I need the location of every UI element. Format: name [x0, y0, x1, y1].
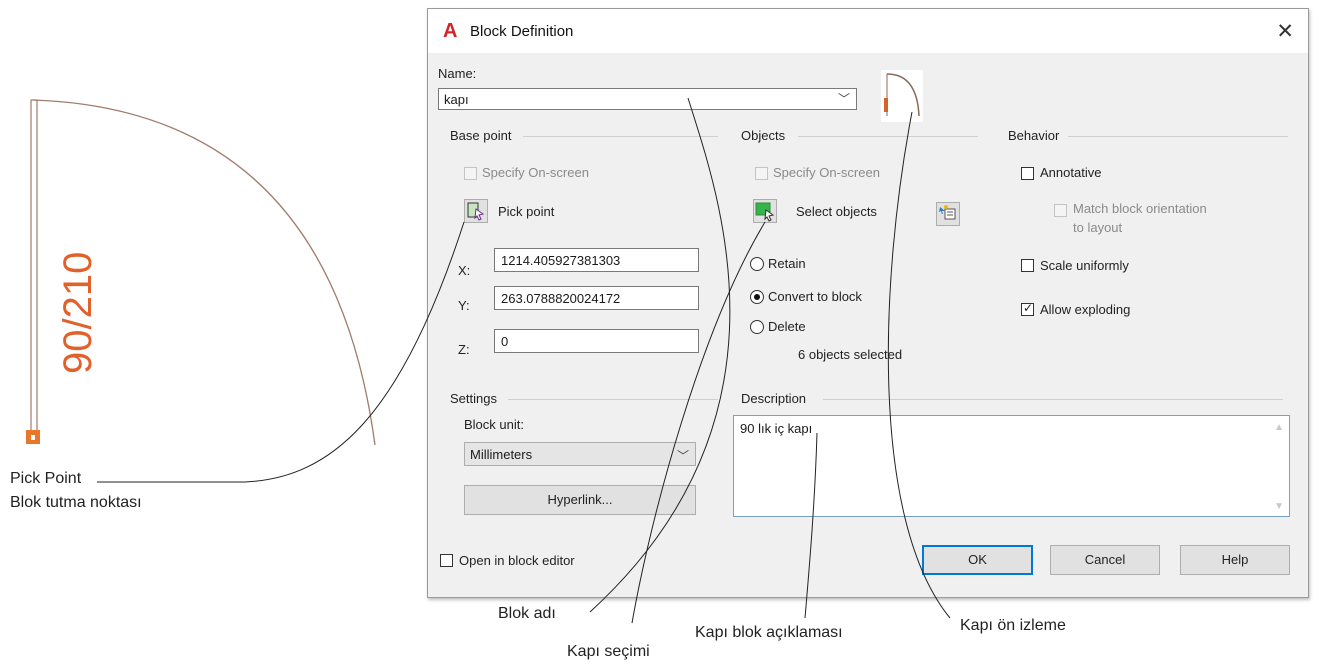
door-preview-caption: Kapı ön izleme	[960, 617, 1066, 634]
base-specify-onscreen-checkbox[interactable]	[464, 167, 477, 180]
autocad-logo-icon: A	[443, 20, 458, 42]
pick-point-caption: Pick Point	[10, 470, 82, 487]
base-specify-onscreen-label: Specify On-screen	[482, 165, 589, 180]
select-objects-button[interactable]	[753, 199, 777, 223]
match-orientation-label-2: to layout	[1073, 220, 1123, 235]
allow-exploding-checkbox[interactable]: ✓	[1021, 301, 1034, 316]
block-name-caption: Blok adı	[498, 605, 556, 622]
scale-uniformly-checkbox[interactable]	[1021, 259, 1034, 272]
block-definition-dialog: A Block Definition ✕ Name: kapı ﹀ Base p…	[427, 8, 1309, 598]
chevron-down-icon[interactable]: ﹀	[838, 90, 850, 107]
base-point-divider	[523, 136, 718, 137]
annotative-label[interactable]: Annotative	[1040, 165, 1101, 180]
delete-radio[interactable]	[750, 320, 764, 334]
description-heading: Description	[741, 391, 807, 406]
convert-to-block-radio[interactable]	[750, 290, 764, 304]
base-point-heading: Base point	[450, 128, 512, 143]
objects-specify-onscreen-checkbox[interactable]	[755, 167, 768, 180]
name-value: kapı	[444, 92, 469, 107]
open-in-block-editor-label[interactable]: Open in block editor	[459, 553, 575, 568]
z-value: 0	[501, 334, 509, 349]
behavior-heading: Behavior	[1008, 128, 1060, 143]
hyperlink-button[interactable]: Hyperlink...	[464, 485, 696, 515]
block-preview	[881, 70, 923, 122]
block-unit-label: Block unit:	[464, 417, 524, 432]
retain-label[interactable]: Retain	[768, 256, 806, 271]
name-label: Name:	[438, 66, 477, 81]
z-coordinate-input[interactable]: 0	[494, 329, 699, 353]
retain-radio[interactable]	[750, 257, 764, 271]
y-coordinate-input[interactable]: 263.0788820024172	[494, 286, 699, 310]
y-value: 263.0788820024172	[501, 291, 621, 306]
convert-to-block-label[interactable]: Convert to block	[768, 289, 862, 304]
select-objects-icon	[755, 202, 775, 222]
quick-select-button[interactable]	[936, 202, 960, 226]
block-unit-select[interactable]: Millimeters ﹀	[464, 442, 696, 466]
block-description-caption: Kapı blok açıklaması	[695, 624, 843, 641]
scale-uniformly-label[interactable]: Scale uniformly	[1040, 258, 1129, 273]
door-leaf	[30, 99, 38, 436]
allow-exploding-label[interactable]: Allow exploding	[1040, 302, 1130, 317]
settings-divider	[508, 399, 718, 400]
door-selection-caption: Kapı seçimi	[567, 643, 650, 660]
door-preview-icon	[884, 73, 920, 117]
y-label: Y:	[458, 298, 470, 313]
description-value: 90 lık iç kapı	[740, 421, 813, 436]
select-objects-label[interactable]: Select objects	[796, 204, 877, 219]
cancel-button[interactable]: Cancel	[1050, 545, 1160, 575]
pick-point-label[interactable]: Pick point	[498, 204, 554, 219]
scroll-up-icon[interactable]: ▲	[1274, 422, 1284, 433]
name-combobox[interactable]: kapı ﹀	[438, 88, 857, 110]
open-in-block-editor-checkbox[interactable]	[440, 554, 453, 567]
chevron-down-icon[interactable]: ﹀	[677, 447, 689, 464]
pick-point-icon	[467, 202, 485, 221]
annotative-checkbox[interactable]	[1021, 167, 1034, 180]
match-orientation-checkbox[interactable]	[1054, 204, 1067, 217]
objects-heading: Objects	[741, 128, 786, 143]
settings-heading: Settings	[450, 391, 497, 406]
description-divider	[823, 399, 1283, 400]
block-unit-value: Millimeters	[470, 447, 533, 462]
close-icon[interactable]: ✕	[1276, 19, 1294, 44]
door-drawing	[26, 99, 376, 446]
scroll-down-icon[interactable]: ▼	[1274, 501, 1284, 512]
quick-select-icon	[939, 205, 956, 220]
delete-label[interactable]: Delete	[768, 319, 806, 334]
match-orientation-label: Match block orientation	[1073, 201, 1207, 216]
dialog-title: Block Definition	[470, 23, 574, 40]
ok-button[interactable]: OK	[922, 545, 1033, 575]
objects-specify-onscreen-label: Specify On-screen	[773, 165, 880, 180]
behavior-divider	[1068, 136, 1288, 137]
pick-point-caption-2: Blok tutma noktası	[10, 494, 142, 511]
x-value: 1214.405927381303	[501, 253, 621, 268]
help-button[interactable]: Help	[1180, 545, 1290, 575]
x-coordinate-input[interactable]: 1214.405927381303	[494, 248, 699, 272]
objects-divider	[798, 136, 978, 137]
z-label: Z:	[458, 342, 470, 357]
dimension-label: 90/210	[56, 251, 100, 374]
description-textarea[interactable]: 90 lık iç kapı ▲ ▼	[733, 415, 1290, 517]
objects-selected-count: 6 objects selected	[798, 347, 903, 362]
x-label: X:	[458, 263, 471, 278]
checkmark-icon: ✓	[1023, 301, 1034, 315]
title-bar: A Block Definition ✕	[428, 9, 1308, 53]
pick-point-button[interactable]	[464, 199, 488, 223]
